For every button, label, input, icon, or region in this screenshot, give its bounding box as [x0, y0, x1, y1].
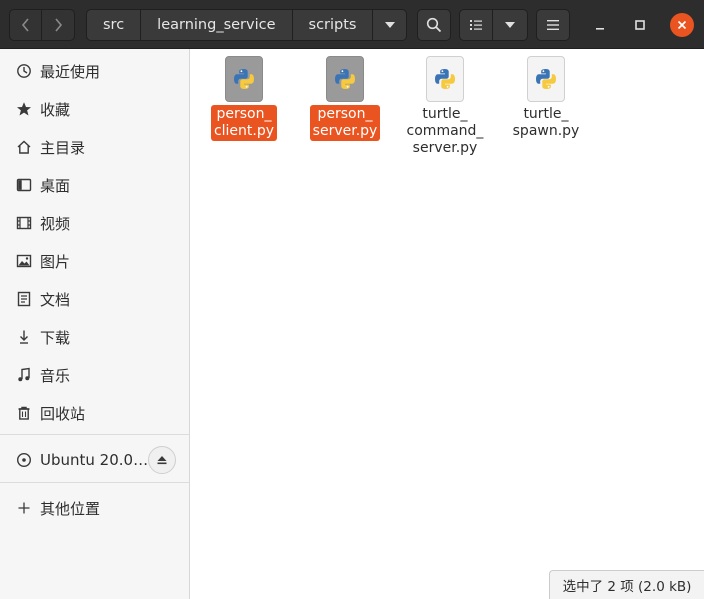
- view-options-button[interactable]: [493, 9, 528, 41]
- sidebar-item-label: 文档: [40, 290, 71, 309]
- hamburger-icon: [547, 20, 559, 30]
- star-icon: [16, 101, 32, 117]
- minimize-icon: [596, 28, 604, 30]
- file-name: person_ server.py: [309, 105, 381, 141]
- sidebar-item-home[interactable]: 主目录: [0, 129, 189, 165]
- home-icon: [16, 139, 32, 155]
- disc-icon: [16, 452, 32, 468]
- sidebar-item-downloads[interactable]: 下载: [0, 319, 189, 355]
- maximize-button[interactable]: [628, 13, 652, 37]
- sidebar-item-label: 图片: [40, 252, 71, 271]
- python-file-icon: [527, 56, 565, 102]
- back-button[interactable]: [9, 9, 42, 41]
- sidebar-item-label: 下载: [40, 328, 71, 347]
- desktop-icon: [16, 177, 32, 193]
- file-name: turtle_ spawn.py: [512, 106, 580, 139]
- python-file-icon: [326, 56, 364, 102]
- document-icon: [16, 291, 32, 307]
- breadcrumb-src[interactable]: src: [86, 9, 142, 41]
- chevron-left-icon: [21, 18, 29, 32]
- plus-icon: [16, 500, 32, 516]
- forward-button[interactable]: [42, 9, 75, 41]
- header-bar: src learning_service scripts: [0, 0, 704, 49]
- close-icon: [677, 20, 687, 30]
- sidebar-separator: [0, 434, 189, 435]
- chevron-right-icon: [55, 18, 63, 32]
- file-name: person_ client.py: [210, 105, 278, 141]
- sidebar-item-other-locations[interactable]: 其他位置: [0, 490, 189, 526]
- sidebar-item-pictures[interactable]: 图片: [0, 243, 189, 279]
- hamburger-menu-button[interactable]: [536, 9, 570, 41]
- sidebar-item-trash[interactable]: 回收站: [0, 395, 189, 431]
- eject-icon: [157, 456, 167, 465]
- sidebar-item-label: 主目录: [40, 138, 86, 157]
- file-view[interactable]: person_ client.py person_ server.py turt…: [191, 49, 704, 599]
- sidebar-item-label: 其他位置: [40, 499, 101, 518]
- search-button[interactable]: [417, 9, 451, 41]
- sidebar-item-label: Ubuntu 20.0…: [40, 451, 149, 469]
- breadcrumb-scripts[interactable]: scripts: [292, 9, 374, 41]
- download-icon: [16, 329, 32, 345]
- sidebar-item-label: 音乐: [40, 366, 71, 385]
- maximize-icon: [635, 20, 645, 30]
- close-button[interactable]: [670, 13, 694, 37]
- list-view-button[interactable]: [459, 9, 493, 41]
- breadcrumb-learning-service[interactable]: learning_service: [141, 9, 293, 41]
- sidebar-item-desktop[interactable]: 桌面: [0, 167, 189, 203]
- python-file-icon: [426, 56, 464, 102]
- trash-icon: [16, 405, 32, 421]
- path-menu-button[interactable]: [373, 9, 408, 41]
- sidebar-item-label: 最近使用: [40, 62, 101, 81]
- eject-button[interactable]: [148, 446, 176, 474]
- sidebar-item-music[interactable]: 音乐: [0, 357, 189, 393]
- file-item-person-server[interactable]: person_ server.py: [297, 56, 393, 141]
- python-file-icon: [225, 56, 263, 102]
- path-bar: src learning_service scripts: [86, 9, 408, 41]
- minimize-button[interactable]: [588, 13, 612, 37]
- caret-down-icon: [505, 22, 515, 28]
- video-icon: [16, 215, 32, 231]
- sidebar-item-label: 视频: [40, 214, 71, 233]
- sidebar-item-label: 收藏: [40, 100, 71, 119]
- sidebar-item-documents[interactable]: 文档: [0, 281, 189, 317]
- sidebar-item-videos[interactable]: 视频: [0, 205, 189, 241]
- sidebar-separator: [0, 482, 189, 483]
- file-item-turtle-command-server[interactable]: turtle_ command_ server.py: [397, 56, 493, 158]
- recent-icon: [16, 63, 32, 79]
- search-icon: [426, 17, 442, 33]
- sidebar-item-label: 回收站: [40, 404, 86, 423]
- selection-status: 选中了 2 项 (2.0 kB): [549, 570, 704, 599]
- picture-icon: [16, 253, 32, 269]
- music-icon: [16, 367, 32, 383]
- sidebar: 最近使用 收藏 主目录 桌面 视频 图片 文档 下载 音乐 回收站 Ubuntu…: [0, 49, 190, 599]
- sidebar-item-label: 桌面: [40, 176, 71, 195]
- file-item-turtle-spawn[interactable]: turtle_ spawn.py: [498, 56, 594, 141]
- file-item-person-client[interactable]: person_ client.py: [196, 56, 292, 141]
- sidebar-item-starred[interactable]: 收藏: [0, 91, 189, 127]
- caret-down-icon: [384, 22, 395, 28]
- file-name: turtle_ command_ server.py: [406, 106, 484, 156]
- list-view-icon: [470, 20, 482, 30]
- sidebar-item-recent[interactable]: 最近使用: [0, 53, 189, 89]
